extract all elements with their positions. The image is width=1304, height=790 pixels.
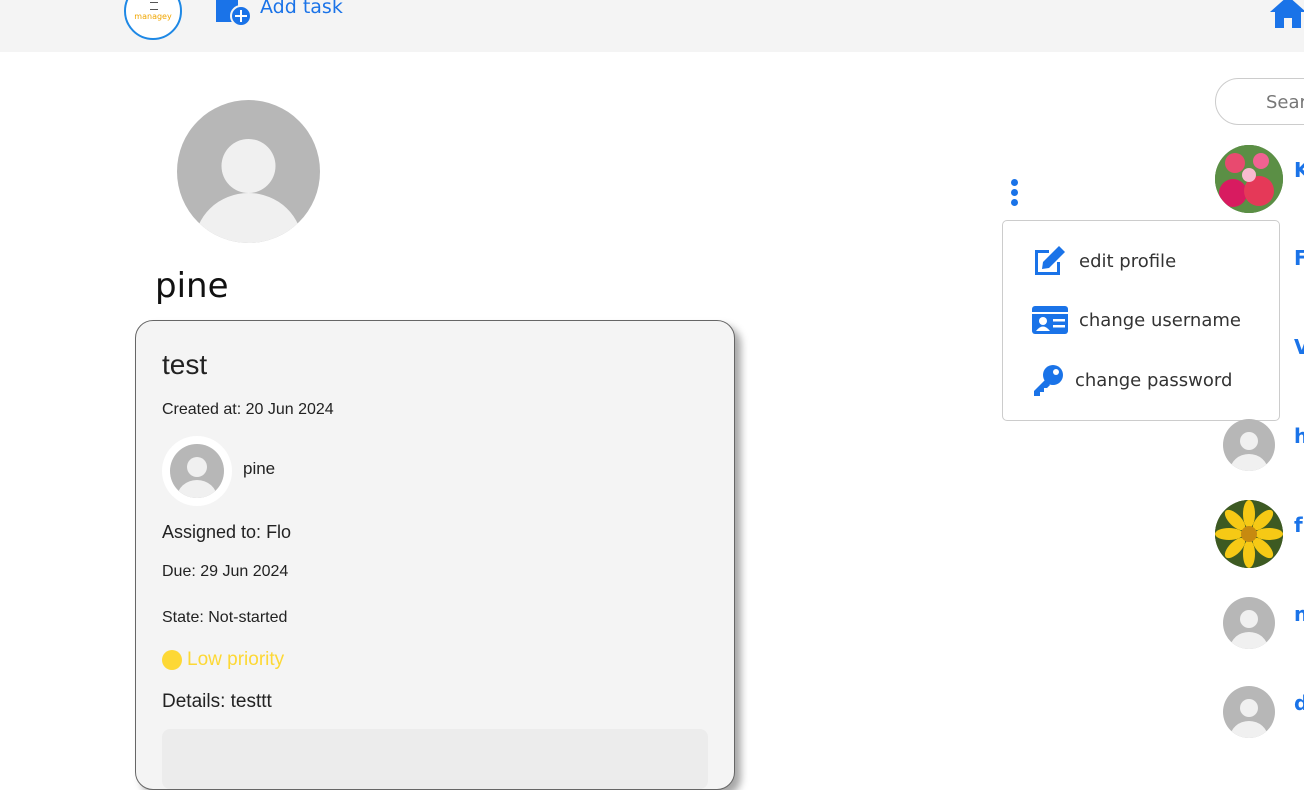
- dot-icon: [1011, 189, 1018, 196]
- default-user-icon: [1230, 432, 1268, 471]
- dot-icon: [1011, 179, 1018, 186]
- edit-icon: [1035, 246, 1065, 275]
- task-details: Details: testtt: [162, 691, 272, 712]
- flower-photo-icon: [1215, 145, 1283, 213]
- priority-dot-icon: [162, 650, 182, 670]
- menu-item-label: change username: [1079, 309, 1241, 331]
- user-avatar: [1223, 686, 1275, 738]
- add-task-button[interactable]: Add task: [214, 0, 343, 26]
- task-due-date: Due: 29 Jun 2024: [162, 563, 289, 580]
- id-card-icon: [1032, 306, 1068, 334]
- user-name: F: [1294, 246, 1304, 270]
- logo-text: managey: [134, 12, 172, 21]
- app-logo[interactable]: managey: [124, 0, 182, 40]
- key-icon: [1034, 365, 1063, 396]
- creator-name: pine: [243, 459, 276, 478]
- profile-options-menu: edit profile change username change pass…: [1002, 220, 1280, 421]
- default-user-icon: [177, 457, 217, 498]
- task-priority: Low priority: [162, 649, 284, 671]
- priority-label: Low priority: [187, 649, 285, 670]
- user-avatar: [1223, 597, 1275, 649]
- menu-item-label: change password: [1075, 369, 1233, 391]
- user-name: n: [1294, 602, 1304, 626]
- logo-mark-icon: [150, 2, 158, 10]
- user-name: fı: [1294, 513, 1304, 537]
- menu-item-change-password[interactable]: change password: [1031, 363, 1232, 397]
- user-avatar-sunflower: [1215, 500, 1283, 568]
- creator-avatar: [162, 436, 232, 506]
- menu-item-edit-profile[interactable]: edit profile: [1031, 244, 1176, 278]
- task-created-date: Created at: 20 Jun 2024: [162, 401, 334, 418]
- search-input[interactable]: Sear: [1215, 78, 1304, 125]
- user-avatar-flower: [1215, 145, 1283, 213]
- user-name: K: [1294, 158, 1304, 182]
- default-user-icon: [194, 139, 303, 243]
- task-title: test: [162, 349, 208, 380]
- profile-avatar: [177, 100, 320, 243]
- more-options-button[interactable]: [1008, 177, 1022, 209]
- task-state: State: Not-started: [162, 609, 288, 626]
- user-avatar: [1223, 419, 1275, 471]
- home-icon[interactable]: [1268, 0, 1304, 28]
- menu-item-change-username[interactable]: change username: [1031, 304, 1241, 336]
- default-user-icon: [1230, 610, 1268, 649]
- add-file-icon: [216, 0, 252, 26]
- user-name: h: [1294, 424, 1304, 448]
- sunflower-photo-icon: [1215, 500, 1283, 568]
- task-details-box: [162, 729, 708, 789]
- add-task-label: Add task: [260, 0, 343, 18]
- task-assignee: Assigned to: Flo: [162, 522, 292, 542]
- dot-icon: [1011, 199, 1018, 206]
- profile-username: pine: [155, 266, 229, 306]
- default-user-icon: [1230, 699, 1268, 738]
- menu-item-label: edit profile: [1079, 250, 1177, 272]
- task-card[interactable]: test Created at: 20 Jun 2024 pine Assign…: [135, 320, 735, 790]
- search-placeholder: Sear: [1266, 92, 1304, 113]
- top-navbar: managey Add task: [0, 0, 1304, 52]
- user-name: V: [1294, 335, 1304, 359]
- user-name: d: [1294, 691, 1304, 715]
